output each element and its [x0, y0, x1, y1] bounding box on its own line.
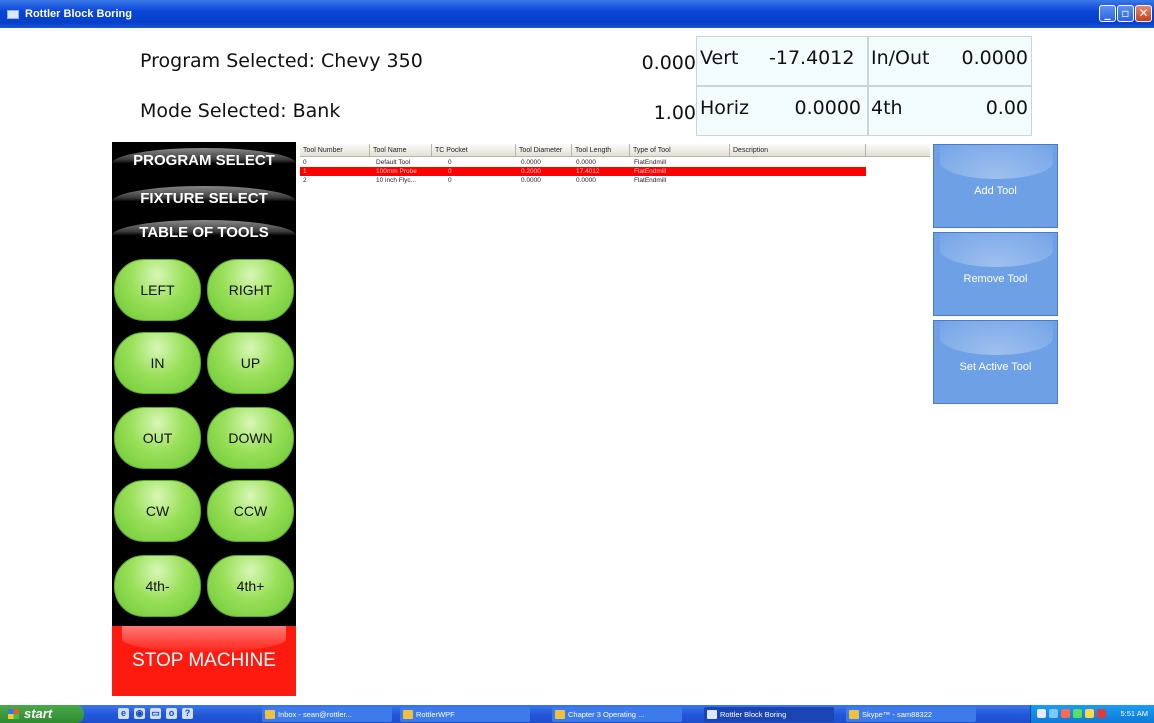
column-header[interactable]: TC Pocket [432, 144, 516, 157]
horiz-value: 0.0000 [794, 97, 861, 119]
mode-selected-label: Mode Selected: Bank [140, 100, 341, 122]
jog-in-button[interactable]: IN [114, 332, 201, 394]
minimize-button[interactable]: _ [1099, 5, 1116, 22]
table-row-selected[interactable]: 1 100mm Probe 0 0.2000 17.4012 FlatEndmi… [300, 167, 866, 176]
table-of-tools-button[interactable]: TABLE OF TOOLS [112, 220, 296, 246]
tray-skype-icon[interactable] [1073, 709, 1082, 718]
window-title: Rottler Block Boring [25, 8, 132, 20]
jog-left-button[interactable]: LEFT [114, 259, 201, 321]
quicklaunch-outlook-icon[interactable]: o [166, 708, 177, 719]
jog-down-button[interactable]: DOWN [207, 407, 294, 469]
remove-tool-label: Remove Tool [963, 273, 1028, 285]
tray-volume-icon[interactable] [1085, 709, 1094, 718]
task-skype[interactable]: Skype™ - sam88322 [846, 707, 976, 722]
jog-4th-minus-button[interactable]: 4th- [114, 555, 201, 617]
column-header[interactable]: Type of Tool [630, 144, 730, 157]
program-select-button[interactable]: PROGRAM SELECT [112, 148, 296, 174]
fourth-value: 0.00 [985, 97, 1028, 119]
cell-tool-diameter: 0.0000 [521, 177, 541, 184]
task-chapter-3[interactable]: Chapter 3 Operating ... [552, 707, 682, 722]
tray-alert-icon[interactable] [1097, 709, 1106, 718]
cell-tool-name: 10 inch Flyc... [376, 177, 417, 184]
fourth-axis-readout: 4th 0.00 [868, 86, 1032, 136]
inout-value: 0.0000 [961, 47, 1028, 69]
readout-row1-value: 0.000 [641, 52, 696, 74]
quicklaunch-help-icon[interactable]: ? [182, 708, 193, 719]
clock[interactable]: 5:51 AM [1120, 705, 1148, 723]
stop-machine-button[interactable]: STOP MACHINE [112, 626, 296, 696]
table-row[interactable]: 2 10 inch Flyc... 0 0.0000 0.0000 FlatEn… [300, 176, 930, 185]
vert-readout: Vert -17.4012 [696, 36, 868, 86]
horiz-readout: Horiz 0.0000 [696, 86, 868, 136]
close-button[interactable]: ✕ [1135, 5, 1152, 22]
vert-value: -17.4012 [769, 47, 855, 69]
tray-security-icon[interactable] [1061, 709, 1070, 718]
inout-label: In/Out [871, 47, 929, 69]
set-active-tool-label: Set Active Tool [959, 361, 1032, 373]
jog-ccw-button[interactable]: CCW [207, 480, 294, 542]
tray-network-icon[interactable] [1037, 709, 1046, 718]
cell-tool-number: 2 [303, 177, 307, 184]
tools-table[interactable]: Tool Number Tool Name TC Pocket Tool Dia… [300, 144, 930, 696]
quicklaunch-browser-icon[interactable]: ◉ [134, 708, 145, 719]
task-inbox[interactable]: Inbox - sean@rottler... [262, 707, 392, 722]
column-header[interactable]: Description [730, 144, 866, 157]
inout-readout: In/Out 0.0000 [868, 36, 1032, 86]
table-header: Tool Number Tool Name TC Pocket Tool Dia… [300, 144, 930, 157]
tray-monitor-icon[interactable] [1049, 709, 1058, 718]
column-header[interactable]: Tool Name [370, 144, 432, 157]
jog-out-button[interactable]: OUT [114, 407, 201, 469]
column-header[interactable]: Tool Diameter [516, 144, 572, 157]
quicklaunch-ie-icon[interactable]: e [118, 708, 129, 719]
horiz-label: Horiz [700, 97, 749, 119]
cell-tool-number: 1 [303, 168, 307, 175]
task-rottler-block-boring[interactable]: Rottler Block Boring [704, 707, 834, 722]
title-bar: Rottler Block Boring _ ▫ ✕ [0, 0, 1154, 28]
fourth-label: 4th [871, 97, 903, 119]
tool-actions-panel: Add Tool Remove Tool Set Active Tool [930, 142, 1154, 696]
column-header[interactable]: Tool Length [572, 144, 630, 157]
cell-tool-name: 100mm Probe [376, 168, 417, 175]
add-tool-button[interactable]: Add Tool [933, 144, 1058, 228]
quicklaunch-desktop-icon[interactable]: ▭ [150, 708, 161, 719]
add-tool-label: Add Tool [974, 185, 1017, 197]
table-row[interactable]: 0 Default Tool 0 0.0000 0.0000 FlatEndmi… [300, 158, 930, 167]
cell-tool-length: 17.4012 [576, 168, 600, 175]
set-active-tool-button[interactable]: Set Active Tool [933, 320, 1058, 404]
cell-tool-diameter: 0.0000 [521, 159, 541, 166]
cell-tool-type: FlatEndmill [634, 177, 667, 184]
jog-right-button[interactable]: RIGHT [207, 259, 294, 321]
maximize-button[interactable]: ▫ [1117, 5, 1134, 22]
start-button[interactable]: start [0, 705, 84, 723]
app-icon [7, 10, 19, 19]
cell-tool-diameter: 0.2000 [521, 168, 541, 175]
cell-tc-pocket: 0 [448, 159, 452, 166]
cell-tool-type: FlatEndmill [634, 159, 667, 166]
vert-label: Vert [700, 47, 739, 69]
cell-tc-pocket: 0 [448, 168, 452, 175]
jog-up-button[interactable]: UP [207, 332, 294, 394]
cell-tool-number: 0 [303, 159, 307, 166]
cell-tool-name: Default Tool [376, 159, 411, 166]
control-panel: PROGRAM SELECT FIXTURE SELECT TABLE OF T… [112, 142, 296, 628]
program-selected-label: Program Selected: Chevy 350 [140, 50, 423, 72]
readout-row2-value: 1.00 [653, 102, 696, 124]
fixture-select-button[interactable]: FIXTURE SELECT [112, 186, 296, 212]
cell-tool-type: FlatEndmill [634, 168, 667, 175]
task-rottlerwpf[interactable]: RottlerWPF [400, 707, 530, 722]
taskbar: start e ◉ ▭ o ? Inbox - sean@rottler... … [0, 705, 1154, 723]
cell-tool-length: 0.0000 [576, 159, 596, 166]
system-tray: 5:51 AM [1030, 705, 1154, 723]
jog-cw-button[interactable]: CW [114, 480, 201, 542]
cell-tool-length: 0.0000 [576, 177, 596, 184]
jog-4th-plus-button[interactable]: 4th+ [207, 555, 294, 617]
remove-tool-button[interactable]: Remove Tool [933, 232, 1058, 316]
column-header[interactable]: Tool Number [300, 144, 370, 157]
cell-tc-pocket: 0 [448, 177, 452, 184]
